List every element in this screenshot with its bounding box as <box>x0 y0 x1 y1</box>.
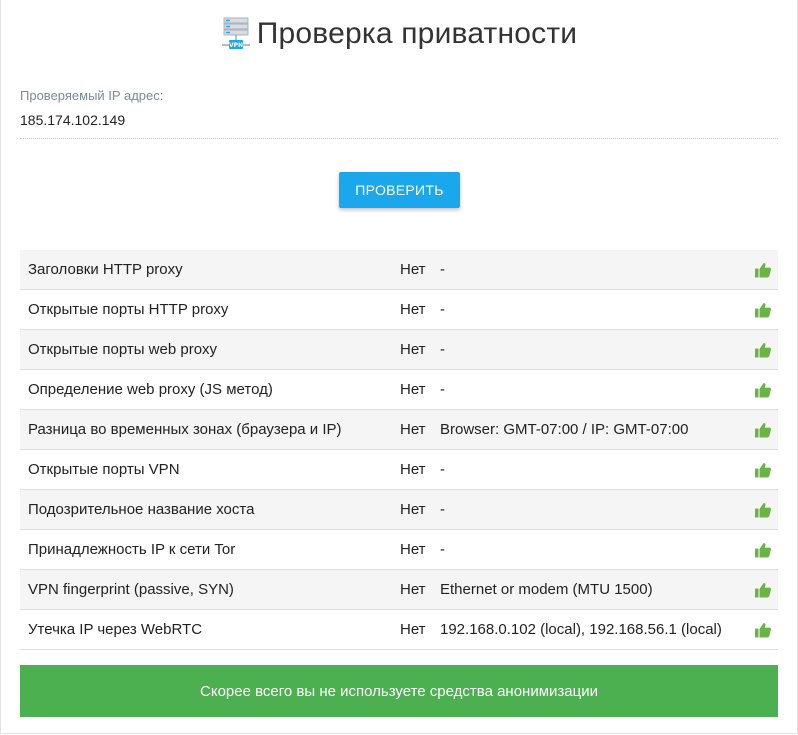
ip-section: Проверяемый IP адрес: 185.174.102.149 <box>20 88 778 139</box>
thumbs-up-icon <box>748 261 778 279</box>
result-name: Утечка IP через WebRTC <box>28 621 203 638</box>
thumbs-up-icon <box>748 541 778 559</box>
page-title: Проверка приватности <box>256 17 578 50</box>
result-detail: Browser: GMT-07:00 / IP: GMT-07:00 <box>440 421 689 438</box>
result-detail: 192.168.0.102 (local), 192.168.56.1 (loc… <box>440 621 722 638</box>
result-name: Определение web proxy (JS метод) <box>28 381 273 398</box>
verdict-banner: Скорее всего вы не используете средства … <box>20 665 778 717</box>
thumbs-up-icon <box>748 421 778 439</box>
check-button[interactable]: ПРОВЕРИТЬ <box>339 172 460 208</box>
result-status: Нет <box>400 261 426 278</box>
ip-value[interactable]: 185.174.102.149 <box>20 112 778 128</box>
result-status: Нет <box>400 381 426 398</box>
result-status: Нет <box>400 501 426 518</box>
result-row: Открытые порты web proxy Нет - <box>20 330 778 370</box>
result-name: Заголовки HTTP proxy <box>28 261 183 278</box>
result-row: Подозрительное название хоста Нет - <box>20 490 778 530</box>
result-detail: Ethernet or modem (MTU 1500) <box>440 581 653 598</box>
result-detail: - <box>440 261 445 278</box>
result-name: Принадлежность IP к сети Tor <box>28 541 236 558</box>
vpn-badge-text: VPN <box>229 42 243 49</box>
result-row: Утечка IP через WebRTC Нет 192.168.0.102 (… <box>20 610 778 650</box>
result-detail: - <box>440 461 445 478</box>
result-row: Определение web proxy (JS метод) Нет - <box>20 370 778 410</box>
result-row: Принадлежность IP к сети Tor Нет - <box>20 530 778 570</box>
thumbs-up-icon <box>748 301 778 319</box>
result-status: Нет <box>400 581 426 598</box>
result-detail: - <box>440 341 445 358</box>
vpn-server-icon: VPN <box>221 17 250 49</box>
result-row: Открытые порты VPN Нет - <box>20 450 778 490</box>
result-row: Разница во временных зонах (браузера и I… <box>20 410 778 450</box>
results-table: Заголовки HTTP proxy Нет - Открытые порты H… <box>20 250 778 650</box>
thumbs-up-icon <box>748 501 778 519</box>
result-status: Нет <box>400 541 426 558</box>
thumbs-up-icon <box>748 581 778 599</box>
thumbs-up-icon <box>748 461 778 479</box>
result-row: Заголовки HTTP proxy Нет - <box>20 250 778 290</box>
result-detail: - <box>440 501 445 518</box>
result-status: Нет <box>400 341 426 358</box>
result-name: Открытые порты web proxy <box>28 341 218 358</box>
result-detail: - <box>440 301 445 318</box>
result-row: Открытые порты HTTP proxy Нет - <box>20 290 778 330</box>
thumbs-up-icon <box>748 381 778 399</box>
page-header: VPN Проверка приватности <box>0 16 798 56</box>
result-name: VPN fingerprint (passive, SYN) <box>28 581 234 598</box>
thumbs-up-icon <box>748 341 778 359</box>
result-name: Открытые порты VPN <box>28 461 180 478</box>
result-name: Открытые порты HTTP proxy <box>28 301 229 318</box>
result-detail: - <box>440 541 445 558</box>
result-status: Нет <box>400 461 426 478</box>
result-name: Подозрительное название хоста <box>28 501 255 518</box>
result-detail: - <box>440 381 445 398</box>
result-status: Нет <box>400 301 426 318</box>
result-status: Нет <box>400 421 426 438</box>
result-name: Разница во временных зонах (браузера и I… <box>28 421 342 438</box>
thumbs-up-icon <box>748 621 778 639</box>
result-row: VPN fingerprint (passive, SYN) Нет Etherne… <box>20 570 778 610</box>
ip-label: Проверяемый IP адрес: <box>20 88 164 103</box>
result-status: Нет <box>400 621 426 638</box>
